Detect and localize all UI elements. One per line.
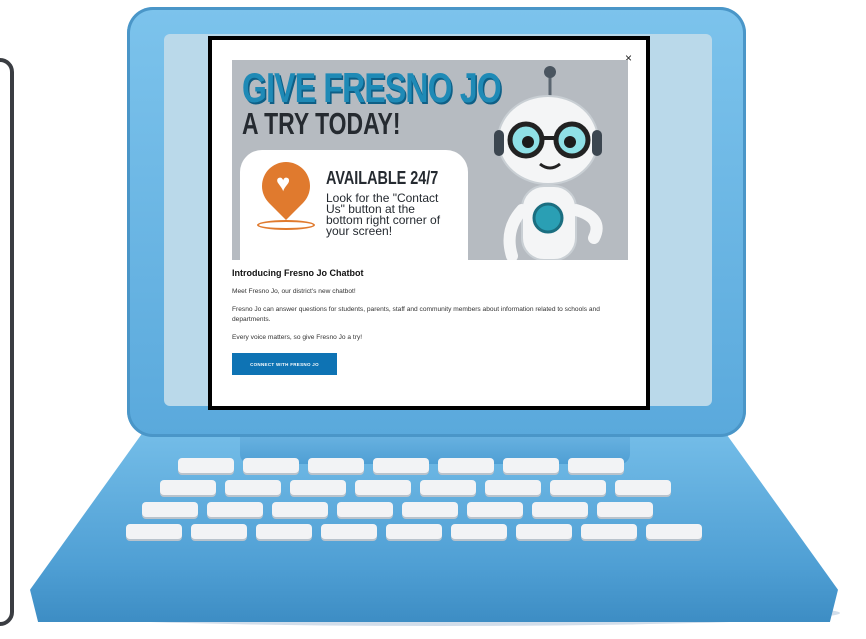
keyboard-key (485, 480, 541, 495)
keyboard-key (420, 480, 476, 495)
laptop-keyboard (120, 458, 760, 558)
closing-paragraph: Every voice matters, so give Fresno Jo a… (232, 334, 363, 341)
keyboard-key (550, 480, 606, 495)
keyboard-key (646, 524, 702, 539)
promo-banner: GIVE FRESNO JO A TRY TODAY! ♥ AVAILABLE … (232, 60, 628, 260)
keyboard-key (126, 524, 182, 539)
modal-body: Introducing Fresno Jo Chatbot Meet Fresn… (232, 268, 632, 375)
keyboard-key (290, 480, 346, 495)
keyboard-key (308, 458, 364, 473)
keyboard-key (516, 524, 572, 539)
keyboard-key (243, 458, 299, 473)
keyboard-key (272, 502, 328, 517)
keyboard-key (503, 458, 559, 473)
keyboard-key (321, 524, 377, 539)
keyboard-key (256, 524, 312, 539)
keyboard-key (142, 502, 198, 517)
banner-subtitle: A TRY TODAY! (242, 106, 401, 141)
keyboard-key (373, 458, 429, 473)
partial-device-frame (0, 58, 14, 626)
keyboard-key (178, 458, 234, 473)
keyboard-key (438, 458, 494, 473)
location-heart-icon: ♥ (276, 170, 291, 197)
modal-title: Introducing Fresno Jo Chatbot (232, 268, 364, 278)
availability-heading: AVAILABLE 24/7 (326, 168, 439, 188)
description-paragraph: Fresno Jo can answer questions for stude… (232, 306, 600, 323)
keyboard-key (355, 480, 411, 495)
connect-with-fresno-jo-button[interactable]: CONNECT WITH FRESNO JO (232, 353, 337, 375)
pin-base-ring (257, 220, 315, 230)
keyboard-key (207, 502, 263, 517)
keyboard-key (597, 502, 653, 517)
keyboard-key (337, 502, 393, 517)
keyboard-key (532, 502, 588, 517)
availability-text: Look for the "Contact Us" button at the … (326, 191, 441, 238)
keyboard-key (402, 502, 458, 517)
banner-title: GIVE FRESNO JO (242, 64, 502, 111)
keyboard-key (451, 524, 507, 539)
keyboard-key (581, 524, 637, 539)
modal-content: × GIVE FRESNO JO A TRY TODAY! ♥ AVAILABL… (212, 40, 646, 406)
keyboard-key (160, 480, 216, 495)
keyboard-key (467, 502, 523, 517)
keyboard-key (568, 458, 624, 473)
keyboard-key (386, 524, 442, 539)
keyboard-key (225, 480, 281, 495)
chatbot-modal: × GIVE FRESNO JO A TRY TODAY! ♥ AVAILABL… (208, 36, 650, 410)
availability-card: ♥ AVAILABLE 24/7 Look for the "Contact U… (240, 150, 468, 260)
keyboard-key (615, 480, 671, 495)
robot-mascot (494, 66, 603, 260)
keyboard-key (191, 524, 247, 539)
intro-paragraph: Meet Fresno Jo, our district's new chatb… (232, 288, 356, 295)
